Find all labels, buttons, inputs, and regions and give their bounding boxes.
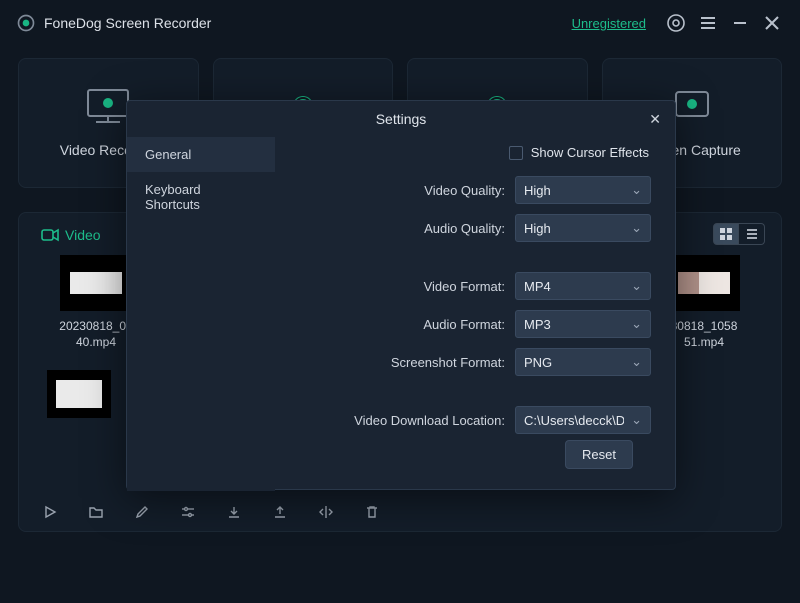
settings-content: Show Cursor Effects Video Quality: High⌄… [275,137,675,491]
chevron-down-icon: ⌄ [631,354,642,370]
folder-icon[interactable] [87,503,105,521]
share-icon[interactable] [271,503,289,521]
view-toggle [713,223,765,245]
menu-icon[interactable] [696,11,720,35]
download-location-label: Video Download Location: [354,413,505,428]
list-view-button[interactable] [739,223,765,245]
chevron-down-icon: ⌄ [631,412,642,428]
video-format-label: Video Format: [424,279,505,294]
screenshot-format-label: Screenshot Format: [391,355,505,370]
nav-general[interactable]: General [127,137,275,172]
app-title: FoneDog Screen Recorder [44,15,211,31]
trash-icon[interactable] [363,503,381,521]
chevron-down-icon: ⌄ [631,182,642,198]
split-icon[interactable] [317,503,335,521]
video-quality-select[interactable]: High⌄ [515,176,651,204]
audio-format-select[interactable]: MP3⌄ [515,310,651,338]
thumbnail[interactable] [47,370,111,418]
reset-button[interactable]: Reset [565,440,633,469]
minimize-icon[interactable] [728,11,752,35]
thumbnail [60,255,132,311]
audio-quality-select[interactable]: High⌄ [515,214,651,242]
chevron-down-icon: ⌄ [631,316,642,332]
audio-format-label: Audio Format: [423,317,505,332]
cursor-effects-label: Show Cursor Effects [531,145,649,160]
edit-icon[interactable] [133,503,151,521]
library-tab-video[interactable]: Video [41,227,101,243]
settings-gear-icon[interactable] [664,11,688,35]
video-quality-label: Video Quality: [424,183,505,198]
settings-modal: Settings ✕ General Keyboard Shortcuts Sh… [126,100,676,490]
download-icon[interactable] [225,503,243,521]
thumbnail [668,255,740,311]
audio-quality-label: Audio Quality: [424,221,505,236]
play-icon[interactable] [41,503,59,521]
modal-close-button[interactable]: ✕ [649,111,661,128]
nav-keyboard-shortcuts[interactable]: Keyboard Shortcuts [127,172,275,222]
grid-view-button[interactable] [713,223,739,245]
chevron-down-icon: ⌄ [631,278,642,294]
app-logo-icon [16,13,36,33]
settings-nav: General Keyboard Shortcuts [127,137,275,491]
title-bar: FoneDog Screen Recorder Unregistered [0,0,800,46]
modal-title: Settings ✕ [127,101,675,137]
library-toolbar [41,503,381,521]
cursor-effects-checkbox[interactable] [509,146,523,160]
download-location-field[interactable]: C:\Users\decck\Do⌄ [515,406,651,434]
chevron-down-icon: ⌄ [631,220,642,236]
close-icon[interactable] [760,11,784,35]
screenshot-format-select[interactable]: PNG⌄ [515,348,651,376]
video-format-select[interactable]: MP4⌄ [515,272,651,300]
unregistered-link[interactable]: Unregistered [572,16,646,31]
sliders-icon[interactable] [179,503,197,521]
app-logo-wrap: FoneDog Screen Recorder [16,13,211,33]
